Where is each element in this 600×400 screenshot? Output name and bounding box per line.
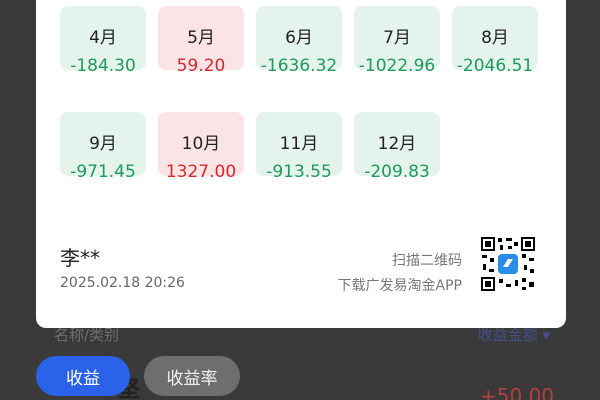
- month-tile-may: 5月 59.20: [158, 6, 244, 76]
- month-label: 6月: [285, 28, 313, 48]
- month-tile-jul: 7月 -1022.96: [354, 6, 440, 76]
- month-tile-dec: 12月 -209.83: [354, 112, 440, 182]
- month-tile-nov: 11月 -913.55: [256, 112, 342, 182]
- qr-code-icon: [480, 236, 536, 292]
- holding-row-amount: +50.00: [480, 384, 555, 400]
- month-tile-sep: 9月 -971.45: [60, 112, 146, 182]
- month-value: -971.45: [70, 162, 136, 182]
- month-tile-jun: 6月 -1636.32: [256, 6, 342, 76]
- month-label: 4月: [89, 28, 117, 48]
- scan-qr-label: 扫描二维码: [392, 253, 462, 269]
- month-label: 7月: [383, 28, 411, 48]
- month-value: -913.55: [266, 162, 332, 182]
- tab-income[interactable]: 收益: [36, 356, 130, 396]
- month-tile-aug: 8月 -2046.51: [452, 6, 538, 76]
- share-timestamp: 2025.02.18 20:26: [60, 275, 185, 291]
- month-value: 1327.00: [165, 162, 237, 182]
- month-tile-apr: 4月 -184.30: [60, 6, 146, 76]
- download-app-label: 下载广发易淘金APP: [337, 278, 462, 294]
- monthly-income-share-card: 4月 -184.30 5月 59.20 6月 -1636.32 7月 -1022…: [36, 0, 566, 328]
- month-value: -1022.96: [358, 56, 436, 76]
- month-label: 11月: [279, 134, 319, 154]
- qr-code-graphic: [480, 236, 536, 292]
- tab-income-rate[interactable]: 收益率: [144, 356, 240, 396]
- month-label: 10月: [181, 134, 221, 154]
- month-label: 12月: [377, 134, 417, 154]
- month-label: 5月: [187, 28, 215, 48]
- month-value: 59.20: [176, 56, 226, 76]
- month-value: -2046.51: [456, 56, 534, 76]
- month-value: -209.83: [364, 162, 430, 182]
- month-label: 8月: [481, 28, 509, 48]
- month-value: -1636.32: [260, 56, 338, 76]
- month-tile-oct: 10月 1327.00: [158, 112, 244, 182]
- month-value: -184.30: [70, 56, 136, 76]
- user-name: 李**: [60, 246, 100, 270]
- month-label: 9月: [89, 134, 117, 154]
